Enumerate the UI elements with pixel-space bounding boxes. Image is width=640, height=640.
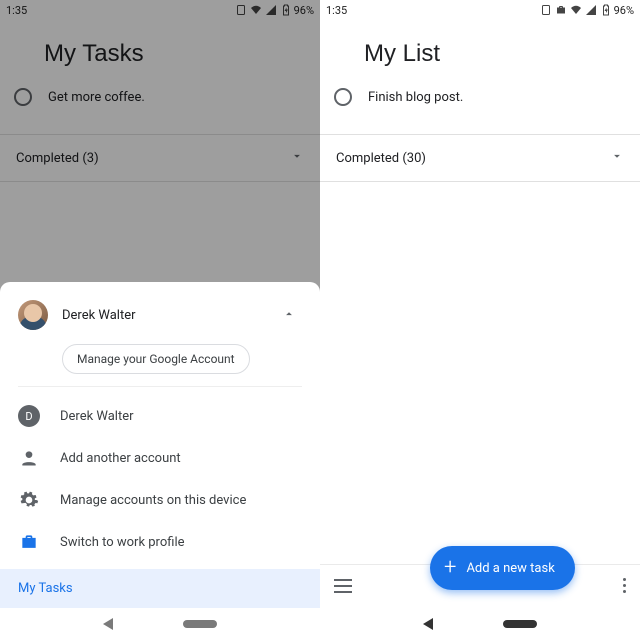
- nav-home-icon[interactable]: [183, 620, 217, 628]
- briefcase-icon: [18, 531, 40, 553]
- status-bar: 1:35 96%: [320, 0, 640, 20]
- divider: [18, 386, 302, 387]
- manage-device-label: Manage accounts on this device: [60, 493, 246, 508]
- add-task-fab[interactable]: + Add a new task: [430, 546, 575, 590]
- person-add-icon: [18, 447, 40, 469]
- battery-icon: [600, 4, 612, 16]
- status-battery: 96%: [614, 4, 634, 17]
- rotate-icon: [540, 4, 552, 16]
- android-nav-bar: [320, 608, 640, 640]
- signal-icon: [585, 4, 597, 16]
- manage-device-item[interactable]: Manage accounts on this device: [0, 479, 320, 521]
- switch-work-item[interactable]: Switch to work profile: [0, 521, 320, 563]
- status-time: 1:35: [326, 4, 347, 17]
- wifi-icon: [570, 4, 582, 16]
- account-bottom-sheet: Derek Walter Manage your Google Account …: [0, 282, 320, 640]
- nav-back-icon[interactable]: [423, 618, 433, 630]
- briefcase-icon: [555, 4, 567, 16]
- task-row[interactable]: Finish blog post.: [320, 80, 640, 120]
- list-title: My List: [320, 20, 640, 80]
- avatar: [18, 300, 48, 330]
- nav-home-icon[interactable]: [503, 620, 537, 628]
- task-text: Finish blog post.: [368, 90, 463, 105]
- switch-work-label: Switch to work profile: [60, 535, 185, 550]
- chevron-down-icon: [610, 149, 624, 167]
- account-secondary-name: Derek Walter: [60, 409, 134, 424]
- current-list-pill[interactable]: My Tasks: [0, 569, 320, 608]
- avatar-initial: D: [18, 405, 40, 427]
- manage-account-button[interactable]: Manage your Google Account: [62, 344, 250, 374]
- account-name: Derek Walter: [62, 308, 136, 323]
- fab-label: Add a new task: [466, 561, 554, 576]
- nav-back-icon[interactable]: [103, 618, 113, 630]
- more-icon[interactable]: [623, 578, 626, 593]
- android-nav-bar: [0, 608, 320, 640]
- account-primary-row[interactable]: Derek Walter: [0, 294, 320, 334]
- add-account-label: Add another account: [60, 451, 181, 466]
- add-account-item[interactable]: Add another account: [0, 437, 320, 479]
- account-secondary-row[interactable]: D Derek Walter: [0, 395, 320, 437]
- radio-icon[interactable]: [334, 88, 352, 106]
- completed-label: Completed (30): [336, 151, 426, 166]
- status-icons: [540, 4, 612, 16]
- gear-icon: [18, 489, 40, 511]
- chevron-up-icon[interactable]: [282, 306, 302, 325]
- screen-right: 1:35 96% My List Finish blog post. Compl…: [320, 0, 640, 640]
- menu-icon[interactable]: [334, 579, 352, 593]
- completed-section[interactable]: Completed (30): [320, 134, 640, 182]
